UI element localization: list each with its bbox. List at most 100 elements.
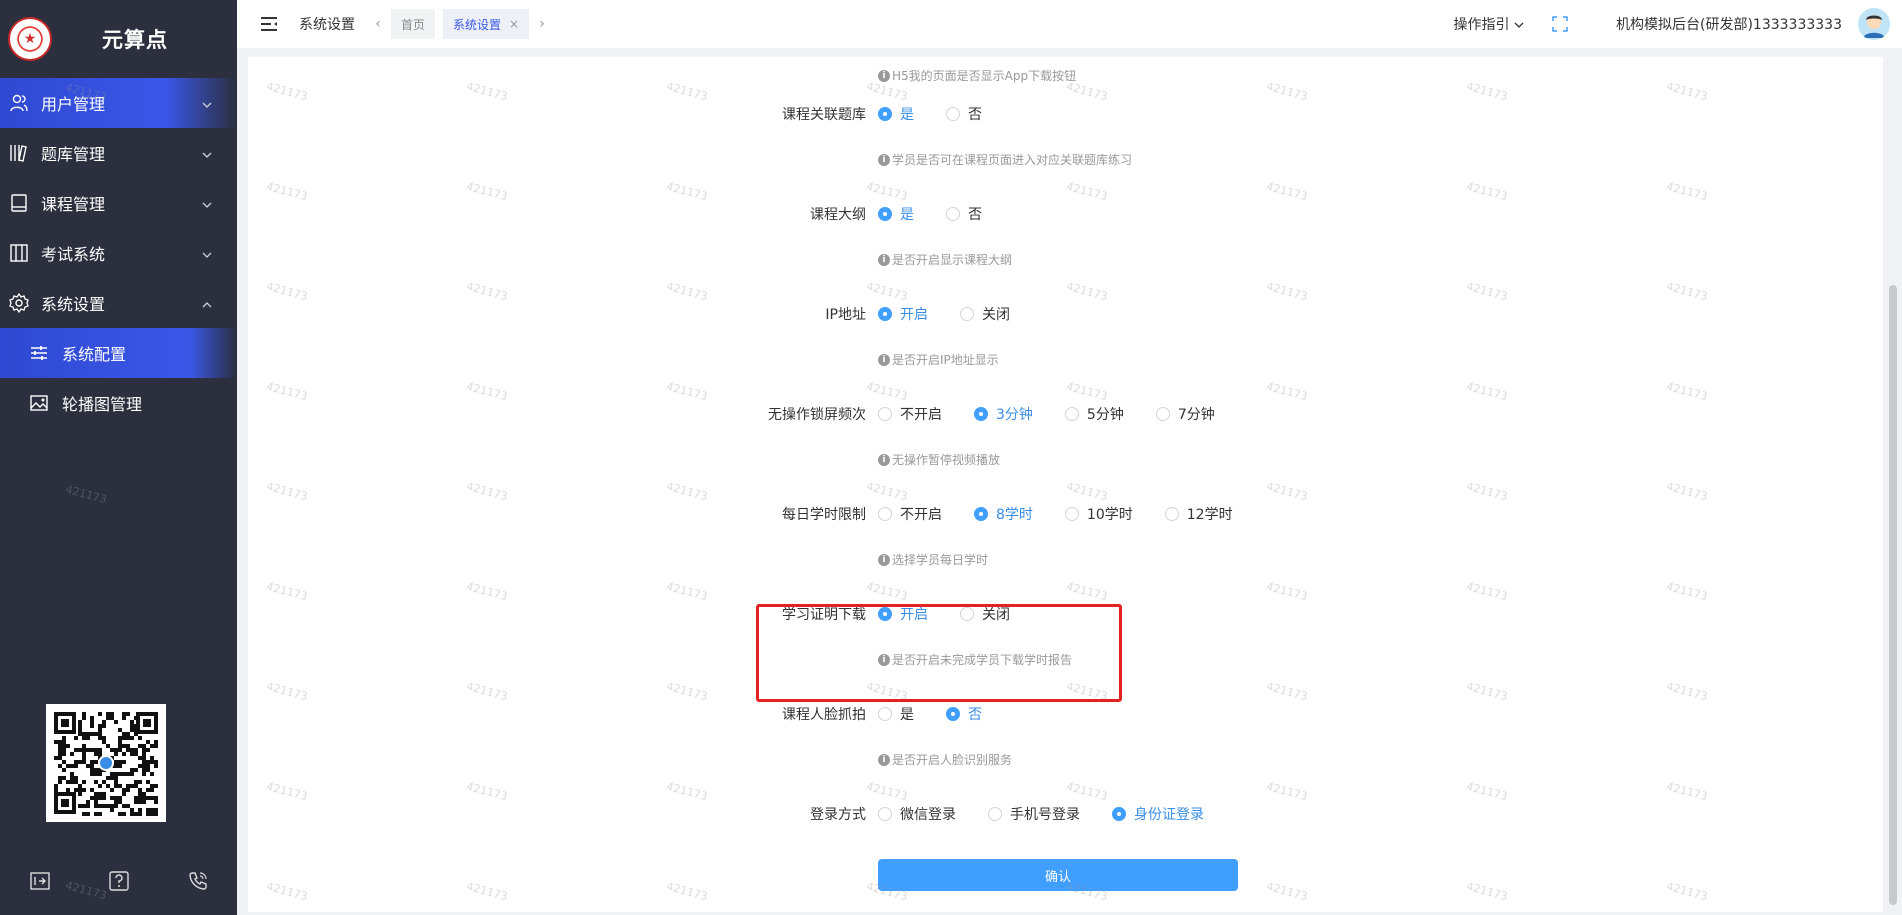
tabs-prev-icon[interactable]: ‹: [369, 16, 387, 32]
setting-hint: i 无操作暂停视频播放: [878, 451, 1000, 468]
confirm-button[interactable]: 确认: [878, 859, 1238, 891]
sidebar-item-3[interactable]: 考试系统: [0, 228, 237, 278]
radio-label: 开启: [900, 607, 928, 623]
hint-text: 是否开启显示课程大纲: [892, 253, 1013, 267]
watermark: 421173: [1665, 879, 1709, 904]
radio-circle[interactable]: [878, 207, 892, 221]
info-icon: i: [878, 253, 890, 266]
sidebar-item-4[interactable]: 系统设置: [0, 278, 237, 328]
qr-code-image: [52, 710, 160, 816]
radio-circle[interactable]: [878, 607, 892, 621]
radio-circle[interactable]: [974, 407, 988, 421]
sidebar-subitem-label: 系统配置: [62, 345, 127, 364]
radio-option[interactable]: 否: [946, 104, 982, 124]
guide-dropdown[interactable]: 操作指引: [1454, 14, 1524, 34]
menu-toggle-icon[interactable]: [259, 14, 279, 34]
tab-label: 系统设置: [453, 17, 502, 32]
sidebar-item-label: 考试系统: [41, 245, 106, 264]
radio-label: 是: [900, 207, 914, 223]
radio-option[interactable]: 10学时: [1064, 504, 1133, 524]
watermark: 421173: [64, 482, 108, 507]
radio-option[interactable]: 否: [946, 704, 982, 724]
sidebar-item-label: 课程管理: [41, 195, 106, 214]
radio-circle[interactable]: [878, 707, 892, 721]
avatar[interactable]: [1858, 8, 1890, 40]
radio-label: 否: [968, 107, 982, 123]
radio-option[interactable]: 5分钟: [1064, 404, 1124, 424]
radio-option[interactable]: 身份证登录: [1112, 804, 1204, 824]
help-icon[interactable]: [108, 871, 129, 895]
radio-option[interactable]: 3分钟: [974, 404, 1033, 424]
sidebar-subitem-1[interactable]: 轮播图管理: [0, 378, 237, 428]
radio-option[interactable]: 微信登录: [878, 804, 956, 824]
radio-option[interactable]: 8学时: [974, 504, 1033, 524]
radio-circle[interactable]: [946, 707, 960, 721]
radio-option[interactable]: 是: [878, 704, 914, 724]
radio-option[interactable]: 开启: [878, 604, 928, 624]
sidebar-menu: 用户管理 题库管理 课程管理 考试系统 系统设置 系统配置 轮播图管理: [0, 78, 237, 428]
hint-text: 学员是否可在课程页面进入对应关联题库练习: [892, 153, 1133, 167]
radio-circle[interactable]: [946, 107, 960, 121]
radio-label: 5分钟: [1086, 407, 1124, 423]
radio-circle[interactable]: [878, 807, 892, 821]
radio-option[interactable]: 关闭: [960, 604, 1010, 624]
watermark: 421173: [265, 879, 309, 904]
breadcrumb: 系统设置: [299, 17, 355, 33]
radio-option[interactable]: 不开启: [878, 404, 942, 424]
scrollbar[interactable]: [1889, 285, 1897, 905]
phone-icon[interactable]: [188, 871, 208, 895]
radio-circle[interactable]: [960, 607, 974, 621]
radio-circle[interactable]: [1112, 807, 1126, 821]
radio-circle[interactable]: [878, 407, 892, 421]
radio-group: 是 否: [878, 204, 1014, 224]
radio-circle[interactable]: [946, 207, 960, 221]
radio-label: 关闭: [982, 307, 1010, 323]
radio-option[interactable]: 手机号登录: [988, 804, 1080, 824]
setting-label: 课程关联题库: [782, 107, 866, 123]
sidebar-bottom-bar: [0, 866, 237, 900]
image-icon: [28, 392, 50, 414]
radio-option[interactable]: 不开启: [878, 504, 942, 524]
info-icon: i: [878, 753, 890, 766]
radio-circle[interactable]: [960, 307, 974, 321]
log-icon[interactable]: [29, 872, 50, 894]
brand-name: 元算点: [102, 28, 168, 52]
radio-option[interactable]: 关闭: [960, 304, 1010, 324]
radio-option[interactable]: 是: [878, 204, 914, 224]
tabs-next-icon[interactable]: ›: [533, 16, 551, 32]
sidebar-item-label: 用户管理: [41, 95, 106, 114]
radio-circle[interactable]: [988, 807, 1002, 821]
radio-option[interactable]: 开启: [878, 304, 928, 324]
org-account-label[interactable]: 机构模拟后台(研发部)1333333333: [1616, 14, 1842, 34]
info-icon: i: [878, 653, 890, 666]
radio-circle[interactable]: [974, 507, 988, 521]
radio-label: 不开启: [900, 507, 942, 523]
radio-circle[interactable]: [1164, 507, 1179, 521]
setting-label: 登录方式: [810, 807, 866, 823]
sidebar-subitem-0[interactable]: 系统配置: [0, 328, 237, 378]
radio-option[interactable]: 7分钟: [1155, 404, 1215, 424]
sidebar-item-1[interactable]: 题库管理: [0, 128, 237, 178]
chevron-down-icon: [201, 246, 215, 260]
radio-label: 否: [968, 707, 982, 723]
sidebar-item-2[interactable]: 课程管理: [0, 178, 237, 228]
radio-option[interactable]: 12学时: [1164, 504, 1233, 524]
tab-0[interactable]: 首页: [391, 9, 436, 39]
radio-circle[interactable]: [1064, 407, 1079, 421]
close-icon[interactable]: ×: [509, 17, 519, 31]
sidebar-item-0[interactable]: 用户管理: [0, 78, 237, 128]
radio-circle[interactable]: [1155, 407, 1170, 421]
setting-label: 无操作锁屏频次: [768, 407, 866, 423]
radio-label: 是: [900, 107, 914, 123]
fullscreen-icon[interactable]: [1552, 16, 1568, 32]
tab-1[interactable]: 系统设置 ×: [443, 9, 530, 39]
radio-label: 关闭: [982, 607, 1010, 623]
radio-circle[interactable]: [878, 107, 892, 121]
setting-row: 登录方式 微信登录 手机号登录 身份证登录: [248, 799, 1883, 829]
radio-option[interactable]: 否: [946, 204, 982, 224]
setting-hint: i 学员是否可在课程页面进入对应关联题库练习: [878, 151, 1132, 168]
radio-circle[interactable]: [878, 307, 892, 321]
radio-option[interactable]: 是: [878, 104, 914, 124]
radio-circle[interactable]: [878, 507, 892, 521]
radio-circle[interactable]: [1064, 507, 1079, 521]
